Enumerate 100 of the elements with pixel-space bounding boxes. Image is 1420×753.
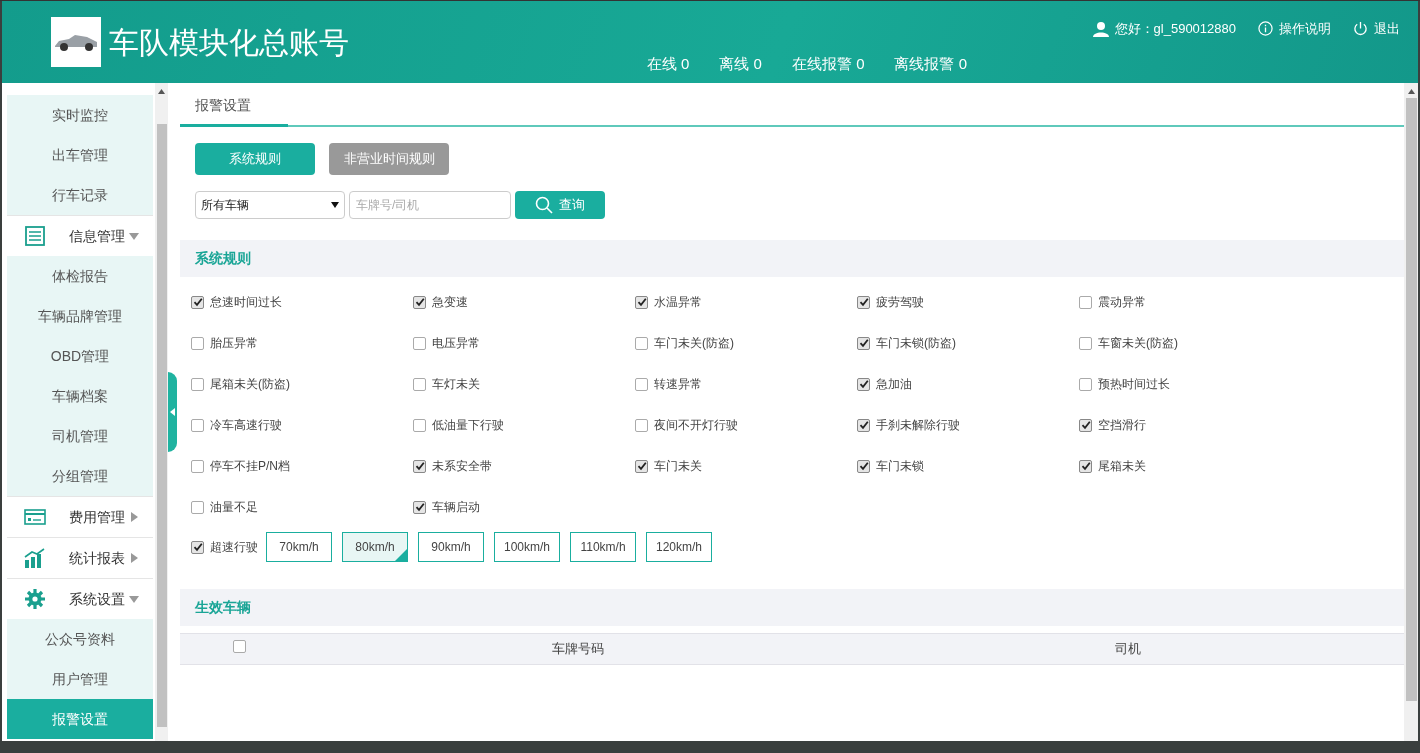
app-title: 车队模块化总账号 xyxy=(109,24,349,61)
checkbox[interactable] xyxy=(191,459,204,473)
sidebar-item[interactable]: 实时监控 xyxy=(7,95,153,135)
user-greeting: 您好：gl_590012880 xyxy=(1114,20,1236,38)
search-icon xyxy=(535,196,553,214)
bar-chart-icon xyxy=(24,548,46,568)
rule-checkbox[interactable]: 怠速时间过长 xyxy=(191,292,413,312)
rule-checkbox[interactable]: 未系安全带 xyxy=(413,456,635,476)
checkbox[interactable] xyxy=(1079,459,1092,473)
rule-checkbox[interactable]: 急变速 xyxy=(413,292,635,312)
scroll-up-icon[interactable] xyxy=(158,89,165,94)
checkbox[interactable] xyxy=(1079,295,1092,309)
checkbox[interactable] xyxy=(191,500,204,514)
checkbox[interactable] xyxy=(1079,418,1092,432)
checkbox[interactable] xyxy=(635,418,648,432)
rule-checkbox[interactable]: 车门未关 xyxy=(635,456,857,476)
power-icon xyxy=(1353,21,1368,37)
checkbox[interactable] xyxy=(1079,336,1092,350)
speed-option[interactable]: 110km/h xyxy=(570,532,636,562)
caret-icon xyxy=(129,231,139,241)
checkbox[interactable] xyxy=(191,336,204,350)
sidebar-item[interactable]: OBD管理 xyxy=(7,336,153,376)
checkbox[interactable] xyxy=(413,295,426,309)
rule-checkbox[interactable]: 车窗未关(防盗) xyxy=(1079,333,1301,353)
sidebar-scrollbar[interactable] xyxy=(155,83,168,741)
rule-checkbox[interactable]: 冷车高速行驶 xyxy=(191,415,413,435)
rule-checkbox[interactable]: 疲劳驾驶 xyxy=(857,292,1079,312)
column-header: 司机 xyxy=(1114,640,1142,659)
checkbox[interactable] xyxy=(857,295,870,309)
scroll-up-icon[interactable] xyxy=(1407,89,1415,94)
section-title: 生效车辆 xyxy=(195,598,251,617)
checkbox[interactable] xyxy=(857,377,870,391)
rule-checkbox[interactable]: 电压异常 xyxy=(413,333,635,353)
page-scrollbar[interactable] xyxy=(1404,83,1418,741)
checkbox[interactable] xyxy=(191,295,204,309)
checkbox[interactable] xyxy=(635,377,648,391)
vehicle-select[interactable]: 所有车辆 xyxy=(195,191,345,219)
checkbox[interactable] xyxy=(413,418,426,432)
checkbox[interactable] xyxy=(191,377,204,391)
rule-checkbox[interactable]: 车灯未关 xyxy=(413,374,635,394)
speed-option[interactable]: 80km/h xyxy=(342,532,408,562)
checkbox[interactable] xyxy=(413,336,426,350)
search-field[interactable]: 车牌号/司机 xyxy=(349,191,511,219)
checkbox[interactable] xyxy=(191,418,204,432)
status-count: 在线报警 0 xyxy=(791,53,865,74)
rule-checkbox[interactable]: 手刹未解除行驶 xyxy=(857,415,1079,435)
checkbox[interactable] xyxy=(635,336,648,350)
rule-checkbox[interactable]: 震动异常 xyxy=(1079,292,1301,312)
checkbox[interactable] xyxy=(413,377,426,391)
rule-checkbox[interactable]: 车门未锁(防盗) xyxy=(857,333,1079,353)
rule-checkbox[interactable]: 预热时间过长 xyxy=(1079,374,1301,394)
rule-checkbox[interactable]: 车门未锁 xyxy=(857,456,1079,476)
logout-link[interactable]: 退出 xyxy=(1353,19,1400,39)
rule-checkbox[interactable]: 尾箱未关 xyxy=(1079,456,1301,476)
rule-checkbox[interactable]: 车辆启动 xyxy=(413,497,635,517)
rule-checkbox[interactable]: 夜间不开灯行驶 xyxy=(635,415,857,435)
checkbox[interactable] xyxy=(413,459,426,473)
caret-icon xyxy=(129,553,139,563)
rule-checkbox[interactable]: 停车不挂P/N档 xyxy=(191,456,413,476)
collapse-handle[interactable] xyxy=(168,372,177,452)
rule-checkbox[interactable]: 急加油 xyxy=(857,374,1079,394)
rule-checkbox[interactable]: 水温异常 xyxy=(635,292,857,312)
rule-checkbox[interactable]: 空挡滑行 xyxy=(1079,415,1301,435)
speed-option[interactable]: 90km/h xyxy=(418,532,484,562)
checkbox[interactable] xyxy=(857,336,870,350)
car-logo xyxy=(51,17,101,67)
tab[interactable]: 报警设置 xyxy=(180,95,288,127)
status-count: 离线报警 0 xyxy=(894,53,967,74)
caret-icon xyxy=(129,594,139,604)
rule-checkbox[interactable]: 车门未关(防盗) xyxy=(635,333,857,353)
checkbox[interactable] xyxy=(413,500,426,514)
checkbox[interactable] xyxy=(232,640,246,653)
rule-checkbox[interactable]: 超速行驶 xyxy=(191,538,258,556)
dropdown-caret-icon xyxy=(331,202,339,208)
rule-checkbox[interactable]: 低油量下行驶 xyxy=(413,415,635,435)
checkbox[interactable] xyxy=(191,540,204,554)
sidebar-item[interactable]: 司机管理 xyxy=(7,416,153,456)
checkbox[interactable] xyxy=(635,295,648,309)
rule-checkbox[interactable]: 转速异常 xyxy=(635,374,857,394)
sidebar-item[interactable]: 用户管理 xyxy=(7,659,153,699)
checkbox[interactable] xyxy=(1079,377,1092,391)
card-icon xyxy=(24,509,46,525)
checkbox[interactable] xyxy=(635,459,648,473)
status-count: 离线 0 xyxy=(719,53,762,74)
sidebar-item[interactable]: 车辆档案 xyxy=(7,376,153,416)
rule-checkbox[interactable]: 尾箱未关(防盗) xyxy=(191,374,413,394)
speed-option[interactable]: 100km/h xyxy=(494,532,560,562)
rule-checkbox[interactable]: 胎压异常 xyxy=(191,333,413,353)
settings-icon xyxy=(24,588,46,610)
checkbox[interactable] xyxy=(857,418,870,432)
speed-option[interactable]: 70km/h xyxy=(266,532,332,562)
sidebar-item[interactable]: 车辆品牌管理 xyxy=(7,296,153,336)
sidebar-item[interactable]: 行车记录 xyxy=(7,175,153,215)
sidebar-item[interactable]: 体检报告 xyxy=(7,256,153,296)
sidebar-item[interactable]: 出车管理 xyxy=(7,135,153,175)
rule-checkbox[interactable]: 油量不足 xyxy=(191,497,413,517)
sidebar-item[interactable]: 分组管理 xyxy=(7,456,153,496)
sidebar-item[interactable]: 公众号资料 xyxy=(7,619,153,659)
checkbox[interactable] xyxy=(857,459,870,473)
speed-option[interactable]: 120km/h xyxy=(646,532,712,562)
